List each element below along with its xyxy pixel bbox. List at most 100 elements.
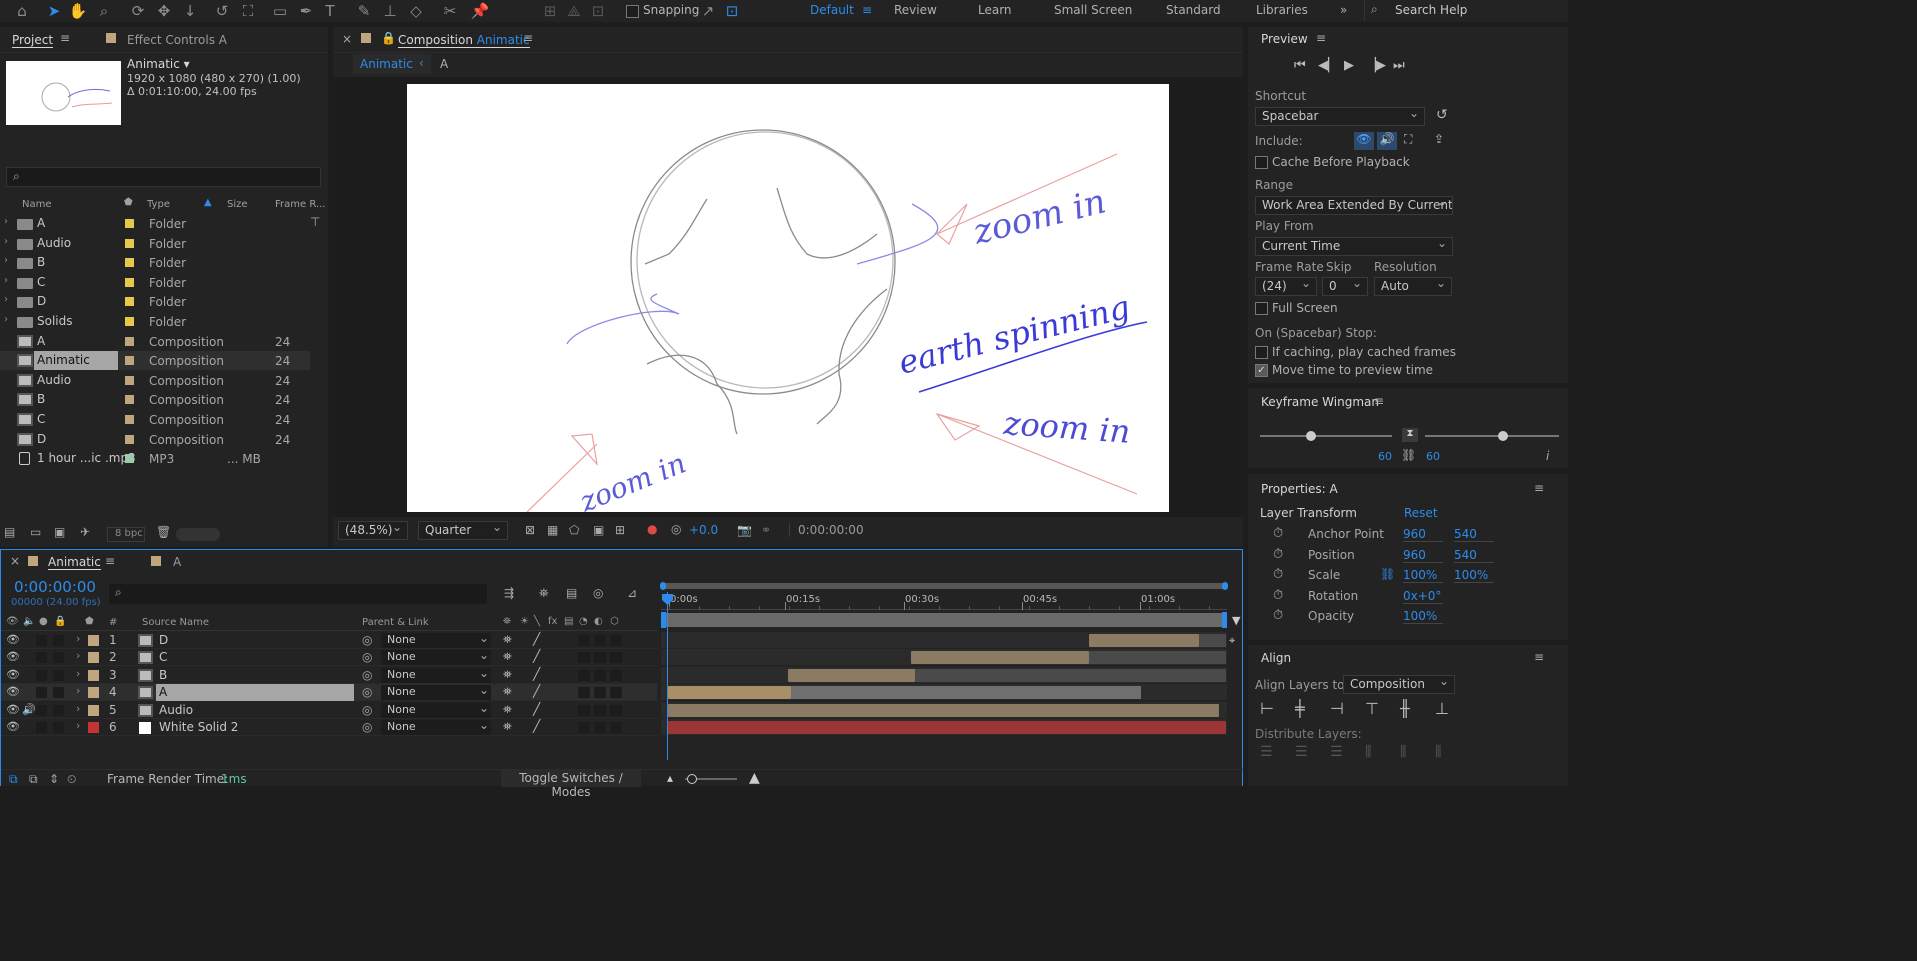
stopwatch-icon[interactable]: ⏱ (1273, 567, 1283, 582)
hand-tool-icon[interactable]: ✋ (68, 1, 88, 21)
solo-column-icon[interactable]: ● (39, 616, 48, 627)
include-output-icon[interactable]: ⇪ (1434, 132, 1444, 146)
hide-shy-layers-icon[interactable]: ▤ (566, 586, 577, 600)
align-horizontal-center-icon[interactable]: ╪ (1295, 699, 1305, 718)
lock-toggle[interactable] (53, 652, 64, 664)
channels-icon[interactable]: ● (647, 522, 657, 536)
snap-features-icon[interactable]: ⊡ (722, 1, 742, 21)
new-folder-icon[interactable]: ▭ (30, 525, 41, 539)
anchor-point-tool-icon[interactable]: ⛶ (238, 1, 258, 21)
solo-toggle[interactable] (36, 722, 47, 733)
layer-duration-bar[interactable] (668, 703, 1219, 717)
align-left-icon[interactable]: ⊢ (1260, 699, 1274, 718)
snapshot-icon[interactable]: 📷 (737, 523, 752, 537)
frame-rate-dropdown[interactable]: (24) (1255, 277, 1317, 296)
in-out-toggle-icon[interactable]: ⇕ (49, 772, 59, 786)
layer-duration-bar-extension[interactable] (791, 686, 1141, 700)
project-item[interactable]: A Composition 24 (0, 332, 310, 351)
include-audio-icon[interactable]: 🔊 (1377, 132, 1397, 150)
lock-toggle[interactable] (53, 635, 64, 646)
viewer-area[interactable]: zoom in earth spinning zoom in zoom in (333, 77, 1243, 517)
parent-dropdown[interactable]: None (381, 650, 491, 666)
graph-editor-icon[interactable]: ⊿ (627, 586, 637, 600)
solo-toggle[interactable] (36, 635, 47, 646)
label-color-swatch[interactable] (125, 454, 134, 464)
parent-dropdown[interactable]: None (381, 720, 491, 735)
align-layers-to-dropdown[interactable]: Composition (1343, 675, 1455, 694)
bpc-button[interactable]: 8 bpc (107, 527, 145, 542)
comp-button-icon[interactable]: ⌖ (1229, 634, 1235, 648)
switch-box[interactable] (594, 635, 606, 646)
zoom-in-icon[interactable]: ▲ (749, 770, 760, 786)
layer-duration-bar[interactable] (668, 721, 1226, 734)
align-bottom-icon[interactable]: ⊥ (1435, 699, 1449, 718)
transparency-grid-icon[interactable]: ▦ (547, 523, 558, 537)
tab-animatic[interactable]: Animatic (48, 555, 101, 570)
visibility-eye-icon[interactable]: 👁 (6, 703, 20, 716)
lock-icon[interactable]: 🔒 (381, 31, 396, 45)
mask-visibility-icon[interactable]: ⬠ (569, 523, 579, 537)
panel-menu-icon[interactable]: ≡ (1534, 481, 1544, 495)
sort-asc-icon[interactable]: ▲ (204, 197, 212, 208)
solo-toggle[interactable] (36, 687, 47, 699)
quality-switch-icon[interactable]: ╱ (533, 684, 540, 698)
project-item[interactable]: › D Folder (0, 292, 310, 311)
panel-menu-icon[interactable]: ≡ (105, 554, 115, 568)
reset-icon[interactable]: ↺ (1436, 107, 1448, 123)
tab-composition[interactable]: Composition Animatic (398, 33, 530, 48)
label-color-swatch[interactable] (125, 219, 134, 228)
property-value-2[interactable]: 540 (1454, 548, 1494, 563)
shortcut-dropdown[interactable]: Spacebar (1255, 107, 1425, 126)
shy-switch-icon[interactable]: ⛯ (503, 616, 511, 627)
close-tab-icon[interactable]: × (342, 32, 352, 46)
layer-name[interactable]: A (156, 684, 354, 702)
layer-track[interactable] (661, 632, 1227, 649)
panel-menu-icon[interactable]: ≡ (1316, 31, 1326, 45)
last-frame-icon[interactable]: ⏭ (1393, 58, 1405, 73)
collapse-switch-icon[interactable]: ☀ (520, 616, 529, 627)
shy-switch-icon[interactable]: ⛯ (503, 703, 512, 717)
pick-whip-icon[interactable]: ◎ (362, 703, 372, 717)
first-frame-icon[interactable]: ⏮ (1294, 58, 1306, 73)
frame-blending-icon[interactable]: ◎ (593, 586, 603, 600)
show-snapshot-icon[interactable]: ⚭ (761, 523, 771, 537)
type-tool-icon[interactable]: T (320, 1, 340, 21)
move-time-checkbox[interactable]: ✓ (1255, 364, 1268, 377)
timeline-search-input[interactable]: ⌕ (109, 584, 487, 604)
workspace-review[interactable]: Review (894, 3, 937, 17)
column-type[interactable]: Type (147, 199, 170, 210)
expand-chevron-icon[interactable]: › (76, 667, 80, 680)
timeline-navigator[interactable] (660, 582, 1228, 590)
distribute-left-icon[interactable]: ⫼ (1365, 744, 1371, 760)
selection-tool-icon[interactable]: ➤ (44, 1, 64, 21)
layer-switches-toggle-icon[interactable]: ⧉ (9, 772, 18, 787)
layer-duration-bar[interactable] (788, 668, 915, 682)
property-value-2[interactable]: 100% (1454, 568, 1494, 584)
layer-row[interactable]: 👁 › 4 A ◎ None ⌄ ⛯ ╱ (1, 683, 657, 702)
quality-switch-icon[interactable]: ╱ (533, 667, 540, 681)
hourglass-icon[interactable]: ⧗ (1402, 428, 1418, 442)
previous-frame-icon[interactable]: ◀▏ (1318, 58, 1338, 73)
quality-switch-icon[interactable]: ╲ (534, 616, 540, 627)
layer-track[interactable] (661, 701, 1227, 719)
property-value-1[interactable]: 100% (1403, 568, 1443, 584)
link-icon[interactable]: ⛓ (1401, 448, 1416, 462)
lock-toggle[interactable] (53, 722, 64, 733)
zoom-slider-knob[interactable] (687, 774, 697, 784)
3d-switch-icon[interactable]: ⬡ (610, 616, 619, 627)
axis-local-icon[interactable]: ⊞ (540, 1, 560, 21)
switch-box[interactable] (578, 687, 590, 699)
play-icon[interactable]: ▶ (1344, 58, 1354, 73)
reset-transform-button[interactable]: Reset (1404, 506, 1438, 520)
stopwatch-icon[interactable]: ⏱ (1273, 547, 1283, 562)
cache-before-playback-checkbox[interactable] (1255, 156, 1268, 169)
label-color-swatch[interactable] (88, 704, 99, 716)
switch-box[interactable] (594, 652, 606, 664)
visibility-eye-icon[interactable]: 👁 (6, 633, 20, 646)
column-size[interactable]: Size (227, 199, 248, 210)
switch-box[interactable] (610, 669, 622, 681)
pick-whip-icon[interactable]: ◎ (362, 650, 372, 664)
distribute-vcenter-icon[interactable]: ☰ (1295, 744, 1308, 760)
layer-row[interactable]: 👁 › 3 B ◎ None ⌄ ⛯ ╱ (1, 666, 657, 684)
pen-tool-icon[interactable]: ✒ (296, 1, 316, 21)
